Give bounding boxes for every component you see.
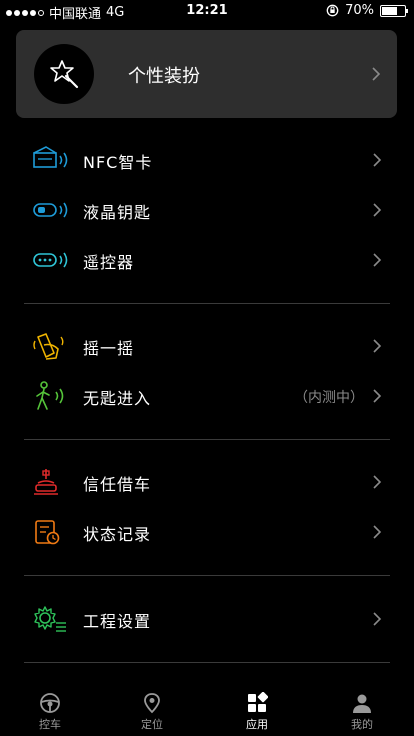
section-divider [24,662,390,663]
chevron-right-icon [373,389,382,403]
person-icon [353,694,371,713]
section-divider [24,303,390,304]
menu-item-label: 信任借车 [83,475,152,494]
engineering-settings-icon [34,606,66,632]
chevron-right-icon [373,153,382,167]
location-pin-icon [144,693,160,714]
battery-percent: 70% [345,3,374,18]
menu-item-shake[interactable]: 摇一摇 [0,321,414,371]
menu-item-keyless-entry[interactable]: 无匙进入 （内测中） [0,371,414,421]
chevron-right-icon [373,612,382,626]
status-record-icon [35,520,60,545]
chevron-right-icon [373,339,382,353]
menu-item-label: 遥控器 [83,253,135,272]
menu-item-trust-lend[interactable]: 信任借车 [0,457,414,507]
menu-item-remote[interactable]: 遥控器 [0,235,414,285]
menu-item-label: 液晶钥匙 [83,203,152,222]
nfc-card-icon [33,146,68,168]
bottom-tab-bar: 控车 定位 应用 我的 [0,690,414,736]
menu-item-label: 摇一摇 [83,339,135,358]
status-bar: 中国联通 4G 12:21 70% [0,0,414,22]
keyless-entry-icon [36,381,64,410]
personalize-label: 个性装扮 [128,66,200,87]
remote-control-icon [33,252,68,268]
apps-grid-icon [248,692,268,712]
battery-icon [380,4,408,17]
tab-label: 定位 [141,718,163,731]
tab-location[interactable]: 定位 [122,692,182,732]
tab-mine[interactable]: 我的 [332,692,392,732]
menu-item-label: 状态记录 [83,525,152,544]
menu-item-status-record[interactable]: 状态记录 [0,507,414,557]
status-right: 70% [326,3,408,18]
menu-item-engineering-settings[interactable]: 工程设置 [0,594,414,644]
menu-item-label: NFC智卡 [83,153,153,172]
steering-wheel-icon [40,693,60,713]
section-divider [24,575,390,576]
menu-item-label: 无匙进入 [83,389,152,408]
menu-item-nfc-card[interactable]: NFC智卡 [0,135,414,185]
chevron-right-icon [373,203,382,217]
chevron-right-icon [373,475,382,489]
rotation-lock-icon [326,4,339,17]
chevron-right-icon [373,525,382,539]
shake-icon [33,333,64,360]
tab-label: 我的 [351,718,373,731]
magic-wand-icon [34,44,94,104]
lcd-key-icon [33,202,68,218]
beta-note: （内测中） [294,390,364,406]
menu-item-lcd-key[interactable]: 液晶钥匙 [0,185,414,235]
tab-apps[interactable]: 应用 [227,692,287,732]
trust-lend-icon [34,469,58,495]
chevron-right-icon [372,67,381,81]
tab-label: 应用 [246,718,268,731]
personalize-card[interactable]: 个性装扮 [16,30,397,118]
section-divider [24,439,390,440]
tab-car-control[interactable]: 控车 [20,692,80,732]
menu-item-label: 工程设置 [83,612,152,631]
chevron-right-icon [373,253,382,267]
tab-label: 控车 [39,718,61,731]
